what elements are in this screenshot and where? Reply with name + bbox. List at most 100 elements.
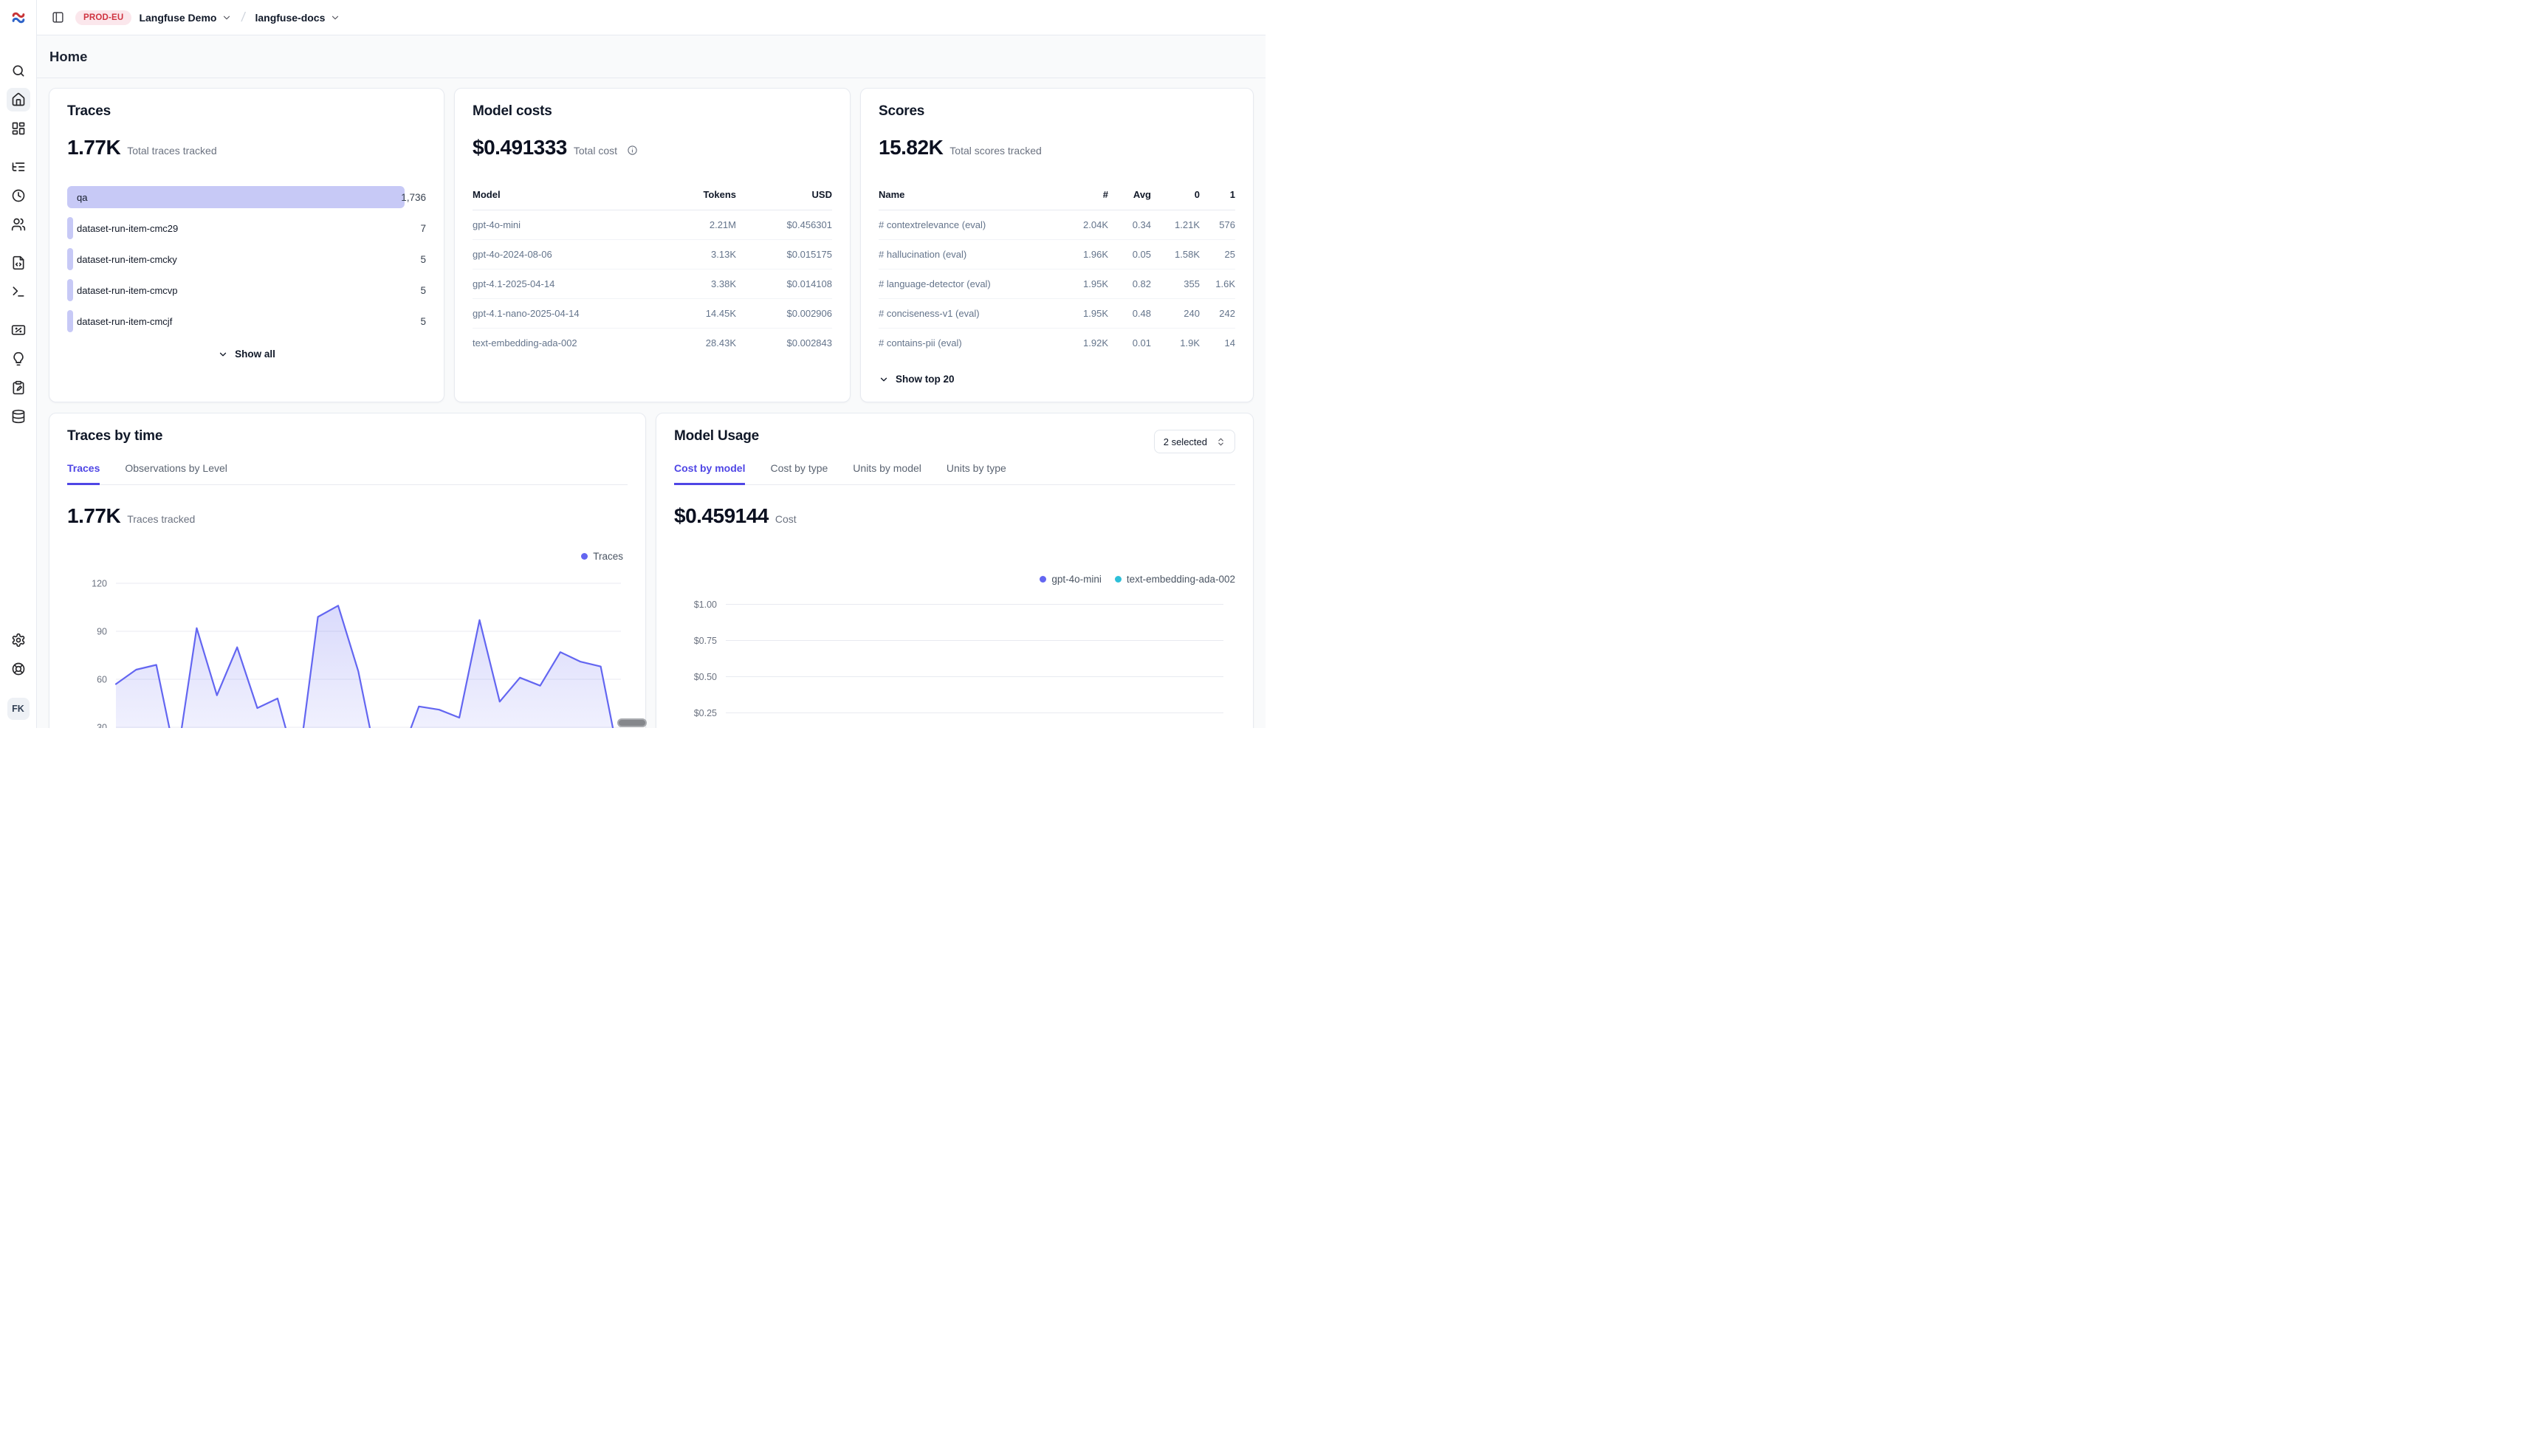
tab-observations-by-level[interactable]: Observations by Level	[125, 462, 227, 485]
trace-count: 1,736	[401, 192, 426, 203]
column-header: Avg	[1108, 189, 1151, 200]
tab-cost-by-type[interactable]: Cost by type	[770, 462, 828, 485]
trace-row[interactable]: qa 1,736	[67, 186, 426, 208]
sidebar-item-list-tree[interactable]	[7, 155, 30, 179]
trace-bar	[67, 279, 73, 301]
table-row[interactable]: gpt-4o-2024-08-063.13K$0.015175	[473, 240, 832, 269]
show-top-20-button[interactable]: Show top 20	[879, 374, 1235, 385]
sidebar-bottom: FK	[7, 628, 30, 720]
table-cell: 14.45K	[648, 308, 736, 319]
tab-traces[interactable]: Traces	[67, 462, 100, 485]
traces-card-title: Traces	[67, 103, 426, 120]
chevron-down-icon[interactable]	[330, 13, 340, 23]
table-row[interactable]: # contains-pii (eval)1.92K0.011.9K14	[879, 329, 1235, 357]
trace-bar	[67, 186, 405, 208]
langfuse-logo-icon[interactable]	[0, 0, 36, 35]
table-row[interactable]: gpt-4o-mini2.21M$0.456301	[473, 210, 832, 240]
content-area: Home Traces 1.77K Total traces tracked q…	[37, 35, 1266, 728]
table-cell: 14	[1200, 337, 1235, 348]
trace-row[interactable]: dataset-run-item-cmcky5	[67, 248, 426, 270]
sidebar-item-clipboard-pen[interactable]	[7, 376, 30, 399]
sidebar-item-file-code[interactable]	[7, 251, 30, 275]
svg-text:60: 60	[97, 675, 107, 685]
sidebar-item-home[interactable]	[7, 88, 30, 111]
legend-item: Traces	[581, 551, 623, 562]
trace-bar	[67, 248, 73, 270]
sidebar-item-database[interactable]	[7, 405, 30, 428]
column-header: Model	[473, 189, 648, 200]
sidebar-item-dashboard-grid[interactable]	[7, 117, 30, 140]
table-header: ModelTokensUSD	[473, 189, 832, 210]
sidebar-item-users[interactable]	[7, 213, 30, 236]
table-cell: 240	[1151, 308, 1200, 319]
chevron-down-icon[interactable]	[221, 13, 232, 23]
table-cell: 0.01	[1108, 337, 1151, 348]
table-row[interactable]: gpt-4.1-2025-04-143.38K$0.014108	[473, 269, 832, 299]
sidebar-item-settings[interactable]	[7, 628, 30, 652]
file-code-icon	[11, 255, 26, 270]
tab-cost-by-model[interactable]: Cost by model	[674, 462, 745, 485]
sidebar-item-percent-card[interactable]	[7, 318, 30, 342]
table-row[interactable]: # contextrelevance (eval)2.04K0.341.21K5…	[879, 210, 1235, 240]
sidebar-item-search[interactable]	[7, 59, 30, 83]
table-cell: # contextrelevance (eval)	[879, 219, 1061, 230]
percent-card-icon	[11, 323, 26, 337]
traces-total: 1.77K	[67, 136, 120, 159]
column-header: 0	[1151, 189, 1200, 200]
sidebar-item-clock[interactable]	[7, 184, 30, 207]
search-icon	[11, 63, 26, 78]
tab-units-by-model[interactable]: Units by model	[853, 462, 921, 485]
trace-name: qa	[77, 192, 87, 203]
traces-chart-legend: Traces	[581, 551, 623, 562]
info-icon[interactable]	[627, 145, 638, 156]
column-header: #	[1061, 189, 1108, 200]
main-column: PROD-EU Langfuse Demo / langfuse-docs Ho…	[37, 0, 1266, 728]
traces-list: qa 1,736 dataset-run-item-cmc297 dataset-ru…	[67, 186, 426, 332]
scores-card: Scores 15.82K Total scores tracked Name#…	[860, 88, 1254, 402]
table-cell: $0.002906	[736, 308, 832, 319]
traces-tracked-label: Traces tracked	[127, 513, 195, 525]
table-cell: 28.43K	[648, 337, 736, 348]
trace-row[interactable]: dataset-run-item-cmcjf5	[67, 310, 426, 332]
table-cell: $0.014108	[736, 278, 832, 289]
clock-icon	[11, 188, 26, 203]
table-cell: 355	[1151, 278, 1200, 289]
svg-text:30: 30	[97, 723, 107, 729]
table-row[interactable]: # language-detector (eval)1.95K0.823551.…	[879, 269, 1235, 299]
tab-units-by-type[interactable]: Units by type	[947, 462, 1006, 485]
trace-name: dataset-run-item-cmcvp	[77, 285, 178, 296]
sidebar-item-terminal[interactable]	[7, 280, 30, 303]
table-cell: # contains-pii (eval)	[879, 337, 1061, 348]
legend-dot	[581, 553, 588, 560]
trace-bar	[67, 217, 73, 239]
project-switcher[interactable]: langfuse-docs	[255, 12, 325, 24]
sidebar-item-life-buoy[interactable]	[7, 657, 30, 681]
traces-time-chart[interactable]: 120906030	[67, 561, 629, 728]
trace-row[interactable]: dataset-run-item-cmcvp5	[67, 279, 426, 301]
user-avatar[interactable]: FK	[7, 698, 30, 720]
table-cell: 25	[1200, 249, 1235, 260]
model-usage-chart[interactable]: $1.00$0.75$0.50$0.25	[674, 576, 1226, 728]
model-costs-title: Model costs	[473, 103, 832, 120]
table-row[interactable]: # conciseness-v1 (eval)1.95K0.48240242	[879, 299, 1235, 329]
life-buoy-icon	[11, 662, 26, 676]
table-row[interactable]: gpt-4.1-nano-2025-04-1414.45K$0.002906	[473, 299, 832, 329]
table-row[interactable]: text-embedding-ada-00228.43K$0.002843	[473, 329, 832, 357]
org-switcher[interactable]: Langfuse Demo	[139, 12, 216, 24]
dashboard-grid: Traces 1.77K Total traces tracked qa 1,73…	[37, 78, 1266, 728]
model-select-dropdown[interactable]: 2 selected	[1154, 430, 1235, 453]
show-all-button[interactable]: Show all	[67, 348, 426, 360]
home-icon	[11, 92, 26, 107]
traces-total-label: Total traces tracked	[127, 145, 216, 157]
svg-text:120: 120	[92, 579, 107, 589]
table-cell: 1.95K	[1061, 308, 1108, 319]
table-row[interactable]: # hallucination (eval)1.96K0.051.58K25	[879, 240, 1235, 269]
total-cost-label: Total cost	[574, 145, 617, 157]
sidebar-toggle-button[interactable]	[47, 7, 68, 28]
traces-by-time-title: Traces by time	[67, 428, 628, 444]
trace-row[interactable]: dataset-run-item-cmc297	[67, 217, 426, 239]
sidebar-item-lightbulb[interactable]	[7, 347, 30, 371]
horizontal-scrollbar-thumb[interactable]	[617, 718, 647, 727]
table-cell: gpt-4o-2024-08-06	[473, 249, 648, 260]
database-icon	[11, 409, 26, 424]
